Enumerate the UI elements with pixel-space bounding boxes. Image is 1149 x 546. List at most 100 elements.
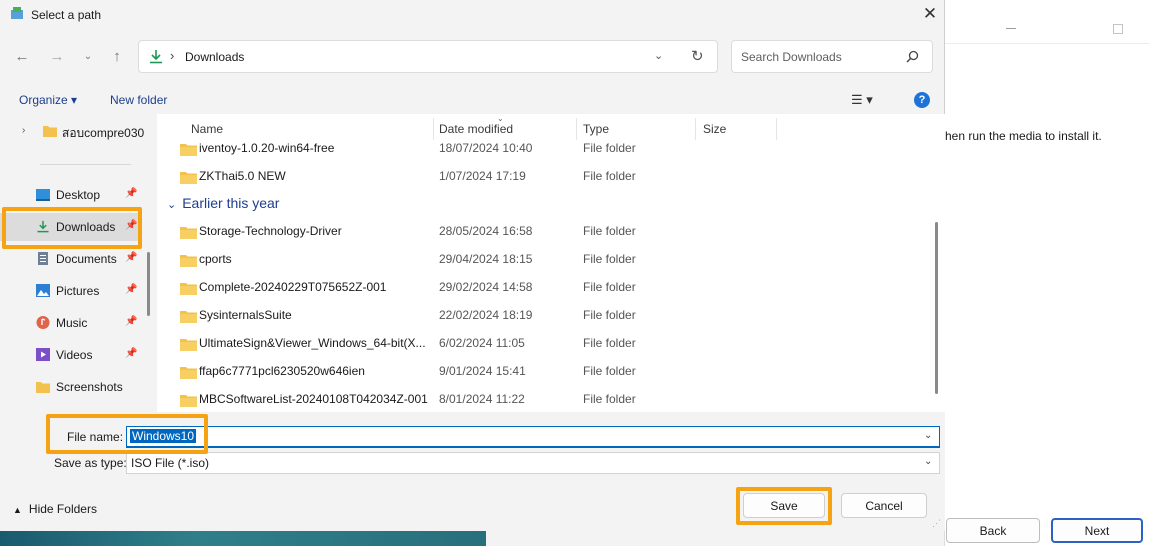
file-date: 29/04/2024 18:15 [439, 252, 533, 266]
address-dropdown-chevron-icon[interactable]: ⌄ [654, 49, 663, 62]
sidebar-item-screenshots[interactable]: Screenshots [0, 373, 141, 401]
sidebar-item-videos[interactable]: Videos 📌 [0, 341, 141, 369]
folder-icon [180, 283, 197, 295]
sidebar-item-label: Desktop [56, 188, 101, 202]
save-button[interactable]: Save [743, 493, 825, 518]
file-type: File folder [583, 224, 636, 238]
hide-folders-label: Hide Folders [28, 502, 97, 516]
pin-icon: 📌 [125, 188, 138, 199]
folder-icon [180, 367, 197, 379]
desktop-background [0, 531, 486, 546]
search-input[interactable]: Search Downloads [741, 50, 842, 64]
file-name: ffap6c7771pcl6230520w646ien [199, 364, 365, 378]
new-folder-button[interactable]: New folder [110, 93, 167, 107]
sidebar-item-music[interactable]: Music 📌 [0, 309, 141, 337]
file-type: File folder [583, 364, 636, 378]
sidebar-item-label: Screenshots [56, 380, 123, 394]
chevron-down-icon[interactable]: ⌄ [924, 456, 932, 467]
file-row[interactable]: Storage-Technology-Driver 28/05/2024 16:… [171, 217, 891, 245]
search-box[interactable]: Search Downloads [731, 40, 933, 73]
sidebar-item-pictures[interactable]: Pictures 📌 [0, 277, 141, 305]
sidebar-item-label: Pictures [56, 284, 100, 298]
pin-icon: 📌 [125, 252, 138, 263]
forward-arrow-icon[interactable]: → [46, 46, 68, 68]
save-as-type-select[interactable]: ISO File (*.iso) ⌄ [126, 452, 940, 474]
save-dialog: Select a path ✕ ← → ⌄ ↑ › Downloads ⌄ ↻ … [0, 0, 945, 531]
sidebar-item-label: Videos [56, 348, 93, 362]
file-row[interactable]: cports 29/04/2024 18:15 File folder [171, 245, 891, 273]
downloads-icon [37, 220, 49, 233]
dialog-footer: File name: Windows10 ⌄ Save as type: ISO… [0, 412, 945, 531]
file-type: File folder [583, 392, 636, 406]
up-arrow-icon[interactable]: ↑ [106, 46, 128, 68]
background-window-footer [486, 531, 944, 546]
organize-menu[interactable]: Organize ▾ [19, 93, 77, 107]
breadcrumb-downloads[interactable]: Downloads [185, 50, 244, 64]
navigation-pane: › สอบcompre030 Desktop 📌 Downloads 📌 Doc… [0, 114, 157, 412]
folder-icon [180, 395, 197, 407]
file-name-input[interactable]: Windows10 ⌄ [126, 426, 940, 448]
videos-icon [36, 348, 50, 361]
next-button[interactable]: Next [1051, 518, 1143, 543]
file-name: cports [199, 252, 232, 266]
hide-folders-button[interactable]: ▲ Hide Folders [13, 502, 97, 516]
file-type: File folder [583, 141, 636, 155]
file-name: Storage-Technology-Driver [199, 224, 342, 238]
sidebar-divider [40, 164, 131, 165]
close-icon[interactable]: ✕ [918, 4, 942, 26]
file-row[interactable]: ZKThai5.0 NEW 1/07/2024 17:19 File folde… [171, 162, 891, 190]
file-row[interactable]: MBCSoftwareList-20240108T042034Z-001 8/0… [171, 385, 891, 413]
pin-icon: 📌 [125, 220, 138, 231]
file-name: MBCSoftwareList-20240108T042034Z-001 [199, 392, 428, 406]
pin-icon: 📌 [125, 348, 138, 359]
expand-chevron-icon[interactable]: › [22, 125, 25, 136]
minimize-icon[interactable] [1006, 28, 1016, 29]
pictures-icon [36, 284, 50, 297]
file-type: File folder [583, 280, 636, 294]
folder-icon [180, 144, 197, 156]
chevron-down-icon[interactable]: ⌄ [924, 430, 932, 441]
documents-icon [38, 252, 48, 265]
file-type: File folder [583, 308, 636, 322]
background-installer-window: hen run the media to install it. Back Ne… [944, 0, 1149, 546]
app-icon [11, 7, 23, 19]
sidebar-item-documents[interactable]: Documents 📌 [0, 245, 141, 273]
view-options-icon[interactable]: ☰ ▾ [851, 92, 873, 108]
refresh-icon[interactable]: ↻ [691, 47, 704, 65]
file-list-scrollbar[interactable] [935, 222, 938, 394]
cancel-button[interactable]: Cancel [841, 493, 927, 518]
folder-icon [180, 311, 197, 323]
sidebar-scrollbar[interactable] [147, 252, 150, 316]
breadcrumb-separator: › [170, 48, 175, 63]
file-row[interactable]: ffap6c7771pcl6230520w646ien 9/01/2024 15… [171, 357, 891, 385]
back-arrow-icon[interactable]: ← [11, 46, 33, 68]
file-type: File folder [583, 252, 636, 266]
collapse-chevron-icon[interactable]: ⌄ [167, 199, 176, 211]
resize-grip-icon[interactable]: ⋰ [932, 518, 941, 529]
file-row[interactable]: SysinternalsSuite 22/02/2024 18:19 File … [171, 301, 891, 329]
file-row[interactable]: iventoy-1.0.20-win64-free 18/07/2024 10:… [171, 134, 891, 162]
pin-icon: 📌 [125, 284, 138, 295]
save-as-type-value: ISO File (*.iso) [131, 456, 210, 470]
sidebar-item-desktop[interactable]: Desktop 📌 [0, 181, 141, 209]
desktop-icon [36, 189, 50, 201]
file-date: 6/02/2024 11:05 [439, 336, 525, 350]
address-bar[interactable]: › Downloads ⌄ ↻ [138, 40, 718, 73]
file-date: 8/01/2024 11:22 [439, 392, 525, 406]
recent-locations-chevron-icon[interactable]: ⌄ [77, 46, 99, 68]
back-button[interactable]: Back [946, 518, 1040, 543]
help-icon[interactable]: ? [914, 92, 930, 108]
sidebar-item-thai-folder[interactable]: › สอบcompre030 [0, 117, 145, 145]
file-list: ⌄ Name Date modified Type Size iventoy-1… [157, 114, 945, 412]
sidebar-item-label: Documents [56, 252, 117, 266]
dialog-title: Select a path [31, 8, 102, 22]
file-name: UltimateSign&Viewer_Windows_64-bit(X... [199, 336, 426, 350]
group-header-earlier-this-year[interactable]: ⌄ Earlier this year [167, 195, 279, 211]
maximize-icon[interactable] [1113, 24, 1123, 34]
file-row[interactable]: UltimateSign&Viewer_Windows_64-bit(X... … [171, 329, 891, 357]
sidebar-item-label: สอบcompre030 [62, 126, 145, 140]
sidebar-item-downloads[interactable]: Downloads 📌 [0, 213, 141, 241]
file-name-label: File name: [67, 430, 124, 444]
file-row[interactable]: Complete-20240229T075652Z-001 29/02/2024… [171, 273, 891, 301]
file-date: 22/02/2024 18:19 [439, 308, 533, 322]
